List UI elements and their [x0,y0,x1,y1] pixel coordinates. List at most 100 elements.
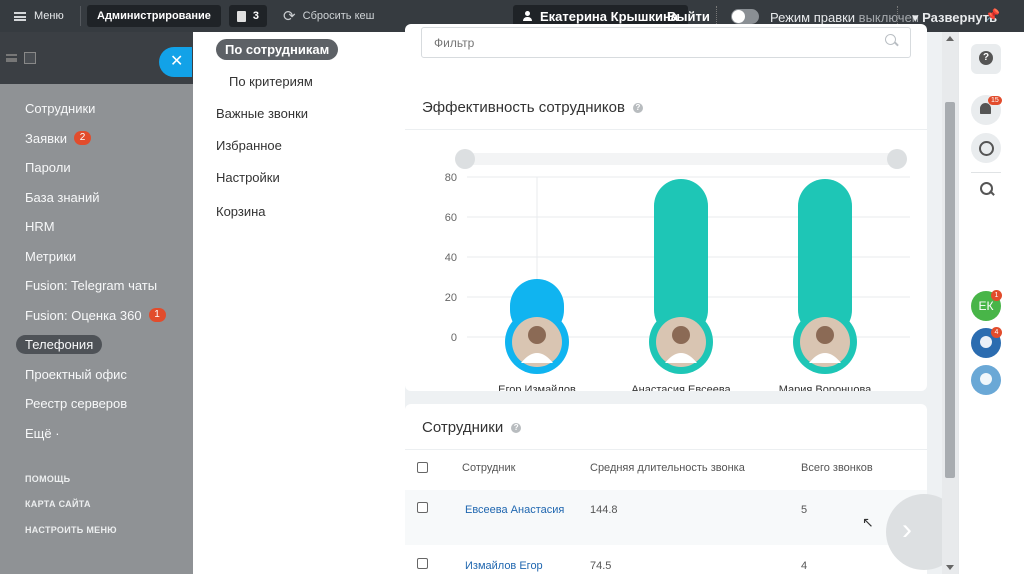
sidebar-item-badge: 2 [73,131,91,146]
search-icon[interactable] [885,34,896,45]
left-sidebar: ✕ Сотрудники Заявки 2 Пароли База знаний HRM М… [0,32,193,574]
subnav-trash[interactable]: Корзина [216,204,266,219]
column-header-employee[interactable]: Сотрудник [462,462,515,474]
pin-icon[interactable]: 📌 [985,8,1000,22]
row-checkbox[interactable] [417,558,428,569]
chart-title-text: Эффективность сотрудников [422,99,625,116]
avatar-head-icon [816,326,834,344]
sidebar-item-label: Fusion: Оценка 360 [25,307,142,323]
help-button[interactable] [971,44,1001,74]
employees-table-card: Сотрудники? Сотрудник Средняя длительнос… [405,404,927,574]
y-tick-label: 40 [445,252,457,264]
category-label: Анастасия Евсеева [631,384,731,391]
sidebar-item[interactable]: База знаний [0,183,193,213]
user-name: Екатерина Крышкина [540,8,679,24]
logo-image [24,52,36,64]
sidebar-footer-link[interactable]: ПОМОЩЬ [0,466,193,492]
book-icon [236,10,246,22]
sidebar-item[interactable]: Сотрудники [0,94,193,124]
range-slider-track [465,153,897,165]
sidebar-item[interactable]: Ещё · [0,419,193,449]
avg-duration-cell: 144.8 [590,504,618,516]
hamburger-icon [14,11,26,21]
category-label: Мария Воронцова [779,384,872,391]
sub-navigation: По сотрудникам По критериям Важные звонк… [193,32,405,574]
refresh-icon: ⟳ [283,8,296,25]
scroll-thumb[interactable] [945,102,955,478]
avatar-badge: 1 [991,290,1002,301]
y-tick-label: 20 [445,292,457,304]
divider [971,172,1001,173]
sidebar-item-label: Телефония [16,335,103,355]
edit-mode-toggle[interactable] [731,9,759,24]
total-calls-cell: 5 [801,504,808,516]
table-title: Сотрудники? [422,419,522,436]
sidebar-item-badge: 1 [148,308,166,323]
efficiency-chart: 0 20 40 60 80 Егор Измайлов Анастасия Евсеева М… [445,149,910,391]
sidebar-item[interactable]: Fusion: Telegram чаты [0,271,193,301]
sidebar-item[interactable]: Реестр серверов [0,389,193,419]
user-icon [523,11,532,21]
sidebar-item-label: Сотрудники [25,101,96,117]
subnav-by-criteria[interactable]: По критериям [229,74,313,89]
sidebar-menu-icon[interactable] [6,54,17,62]
logout-button[interactable]: Выйти [667,9,710,24]
avatar-head-icon [528,326,546,344]
subnav-settings[interactable]: Настройки [216,170,280,185]
help-icon[interactable]: ? [632,103,643,113]
avg-duration-cell: 74.5 [590,560,612,572]
scroll-up-arrow-icon[interactable] [946,36,954,41]
users-group-icon[interactable] [971,365,1001,395]
employee-link[interactable]: Измайлов Егор [465,560,543,572]
sidebar-footer: ПОМОЩЬ КАРТА САЙТА НАСТРОИТЬ МЕНЮ [0,466,193,543]
reset-cache-button[interactable]: ⟳ Сбросить кеш [283,7,374,25]
close-sidebar-button[interactable]: ✕ [159,47,192,77]
subnav-important-calls[interactable]: Важные звонки [216,106,308,121]
sidebar-item[interactable]: Телефония [0,330,193,360]
help-icon[interactable]: ? [511,423,522,433]
divider [405,449,927,450]
table-row: Измайлов Егор 74.5 4 [405,546,927,574]
sidebar-footer-link[interactable]: КАРТА САЙТА [0,492,193,518]
filter-input[interactable] [421,27,911,58]
scroll-down-arrow-icon[interactable] [946,565,954,570]
range-slider-handle-right[interactable] [887,149,907,169]
edit-mode-text: Режим правки [770,10,856,25]
select-all-checkbox[interactable] [417,462,428,473]
column-header-total-calls[interactable]: Всего звонков [801,462,873,474]
chat-icon[interactable] [971,133,1001,163]
table-title-text: Сотрудники [422,419,504,436]
sidebar-item-label: Метрики [25,248,77,264]
range-slider-handle-left[interactable] [455,149,475,169]
subnav-favorites[interactable]: Избранное [216,138,282,153]
sidebar-item[interactable]: Метрики [0,242,193,272]
sidebar-item-label: Ещё · [25,425,60,441]
table-row: Евсеева Анастасия 144.8 5 [405,490,927,545]
chart-card: Эффективность сотрудников? 0 20 40 60 80 Егор… [405,83,927,391]
reset-cache-label: Сбросить кеш [302,10,375,22]
counter-value: 3 [252,10,260,22]
avatar-head-icon [672,326,690,344]
sidebar-item[interactable]: HRM [0,212,193,242]
employee-link[interactable]: Евсеева Анастасия [465,504,564,516]
sidebar-item-label: HRM [25,219,55,235]
table-header: Сотрудник Средняя длительность звонка Вс… [405,462,927,488]
right-panel: ЕК 1 4 [958,32,1024,574]
sidebar-item[interactable]: Fusion: Оценка 360 1 [0,301,193,331]
mouse-cursor-icon: ↖ [862,514,874,530]
search-icon[interactable] [971,174,1001,204]
y-tick-label: 0 [451,332,457,344]
divider [405,129,927,130]
counter-button[interactable]: 3 [228,5,268,27]
sidebar-item[interactable]: Заявки 2 [0,124,193,154]
sidebar-footer-link[interactable]: НАСТРОИТЬ МЕНЮ [0,517,193,543]
main-scrollbar[interactable] [942,32,958,574]
row-checkbox[interactable] [417,502,428,513]
column-header-avg-duration[interactable]: Средняя длительность звонка [590,462,745,474]
sidebar-item[interactable]: Проектный офис [0,360,193,390]
admin-button[interactable]: Администрирование [87,5,221,27]
menu-button[interactable]: Меню [0,10,80,22]
sidebar-item[interactable]: Пароли [0,153,193,183]
subnav-by-employees[interactable]: По сотрудникам [216,39,339,60]
category-label: Егор Измайлов [498,384,576,391]
